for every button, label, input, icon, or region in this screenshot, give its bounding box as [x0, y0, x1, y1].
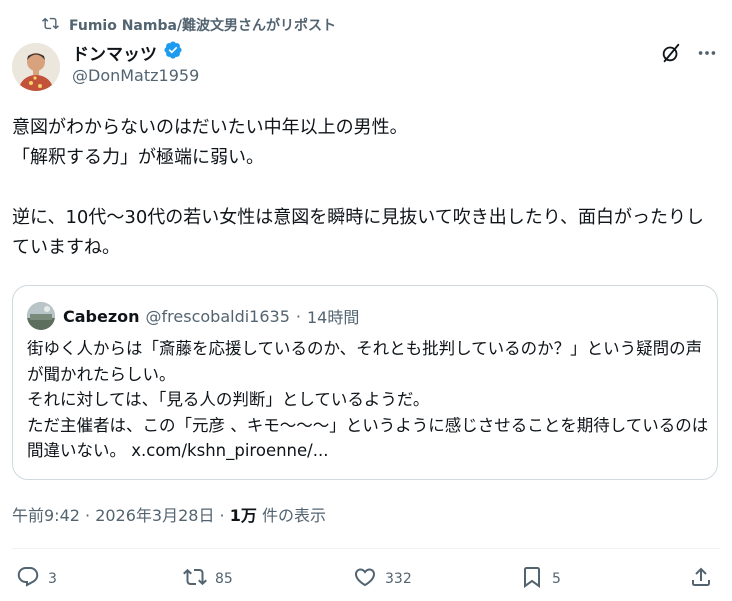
divider — [12, 548, 720, 549]
quote-timestamp[interactable]: 14時間 — [307, 304, 359, 328]
author-display-name[interactable]: ドンマッツ — [72, 40, 157, 65]
repost-icon — [42, 15, 59, 36]
tweet-text: 意図がわからないのはだいたい中年以上の男性。 「解釈する力」が極端に弱い。 逆に… — [12, 117, 705, 258]
reply-count: 3 — [48, 571, 57, 587]
quote-author-name[interactable]: Cabezon — [63, 307, 140, 326]
views-count: 1万 — [229, 506, 257, 525]
avatar[interactable] — [12, 43, 60, 91]
repost-count: 85 — [215, 571, 233, 587]
verified-badge-icon — [163, 40, 183, 64]
quote-avatar[interactable] — [27, 302, 55, 330]
quote-text: 街ゆく人からは「斎藤を応援しているのか、それとも批判しているのか？」という疑問の… — [27, 336, 709, 464]
quote-body: 街ゆく人からは「斎藤を応援しているのか、それとも批判しているのか？」という疑問の… — [27, 339, 709, 460]
share-icon — [689, 565, 713, 593]
repost-text: Fumio Namba/難波文男さんがリポスト — [69, 18, 337, 34]
grok-icon[interactable] — [660, 42, 682, 68]
quote-separator: · — [295, 306, 301, 326]
repost-indicator[interactable]: Fumio Namba/難波文男さんがリポスト — [42, 14, 336, 36]
bookmark-button[interactable]: 5 — [520, 564, 561, 594]
quote-link[interactable]: x.com/kshn_piroenne/... — [131, 441, 328, 460]
tweet-timestamp[interactable]: 午前9:42 · 2026年3月28日 · — [12, 506, 230, 525]
more-options-icon[interactable] — [696, 42, 718, 68]
repost-button[interactable]: 85 — [183, 564, 233, 594]
action-bar: 3 85 332 5 — [0, 564, 732, 594]
repost-action-icon — [183, 565, 207, 593]
views-label: 件の表示 — [256, 506, 326, 525]
reply-icon — [16, 565, 40, 593]
like-count: 332 — [385, 571, 412, 587]
quote-author-handle[interactable]: @frescobaldi1635 — [146, 307, 290, 326]
author-handle[interactable]: @DonMatz1959 — [72, 66, 199, 85]
reply-button[interactable]: 3 — [16, 564, 57, 594]
like-button[interactable]: 332 — [353, 564, 412, 594]
quote-tweet-card[interactable]: Cabezon @frescobaldi1635 · 14時間 街ゆく人からは「… — [12, 285, 718, 480]
bookmark-icon — [520, 565, 544, 593]
tweet-meta: 午前9:42 · 2026年3月28日 · 1万 件の表示 — [12, 502, 326, 526]
bookmark-count: 5 — [552, 571, 561, 587]
share-button[interactable] — [689, 564, 713, 594]
like-heart-icon — [353, 565, 377, 593]
